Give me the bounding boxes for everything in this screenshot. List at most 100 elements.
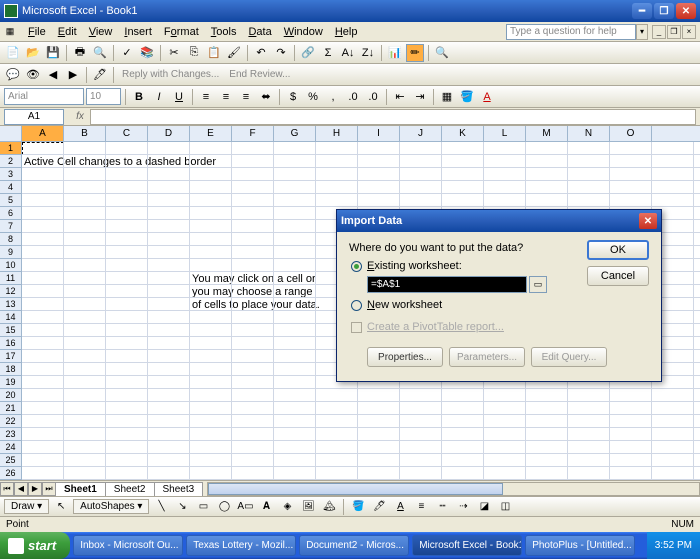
decrease-indent-icon[interactable]: ⇤ <box>391 88 409 106</box>
row-header-11[interactable]: 11 <box>0 272 21 285</box>
tab-first-icon[interactable]: ⏮ <box>0 482 14 496</box>
diagram-icon[interactable]: ◈ <box>278 498 296 516</box>
print-icon[interactable]: 🖶 <box>71 44 89 62</box>
dialog-close-button[interactable]: ✕ <box>639 213 657 229</box>
prev-comment-icon[interactable]: ◀ <box>44 66 62 84</box>
col-header-d[interactable]: D <box>148 126 190 141</box>
line-color-icon[interactable]: 🖊 <box>370 498 388 516</box>
row-header-10[interactable]: 10 <box>0 259 21 272</box>
align-right-icon[interactable]: ≡ <box>237 88 255 106</box>
col-header-c[interactable]: C <box>106 126 148 141</box>
arrow-style-icon[interactable]: ⇢ <box>454 498 472 516</box>
sort-asc-icon[interactable]: A↓ <box>339 44 357 62</box>
research-icon[interactable]: 📚 <box>138 44 156 62</box>
row-header-24[interactable]: 24 <box>0 441 21 454</box>
line-icon[interactable]: ╲ <box>152 498 170 516</box>
picture-icon[interactable]: 🏔 <box>320 498 338 516</box>
properties-button[interactable]: Properties... <box>367 347 443 367</box>
row-header-16[interactable]: 16 <box>0 337 21 350</box>
cut-icon[interactable]: ✂ <box>165 44 183 62</box>
row-header-9[interactable]: 9 <box>0 246 21 259</box>
select-objects-icon[interactable]: ↖ <box>52 498 70 516</box>
menu-insert[interactable]: Insert <box>118 24 158 40</box>
show-comment-icon[interactable]: 👁 <box>24 66 42 84</box>
sheet-tab-2[interactable]: Sheet2 <box>105 482 155 496</box>
chart-icon[interactable]: 📊 <box>386 44 404 62</box>
new-icon[interactable]: 📄 <box>4 44 22 62</box>
shadow-icon[interactable]: ◪ <box>475 498 493 516</box>
row-header-23[interactable]: 23 <box>0 428 21 441</box>
row-header-14[interactable]: 14 <box>0 311 21 324</box>
align-left-icon[interactable]: ≡ <box>197 88 215 106</box>
currency-icon[interactable]: $ <box>284 88 302 106</box>
cancel-button[interactable]: Cancel <box>587 266 649 286</box>
print-preview-icon[interactable]: 🔍 <box>91 44 109 62</box>
align-center-icon[interactable]: ≡ <box>217 88 235 106</box>
menu-tools[interactable]: Tools <box>205 24 243 40</box>
col-header-n[interactable]: N <box>568 126 610 141</box>
col-header-k[interactable]: K <box>442 126 484 141</box>
row-header-4[interactable]: 4 <box>0 181 21 194</box>
underline-icon[interactable]: U <box>170 88 188 106</box>
col-header-l[interactable]: L <box>484 126 526 141</box>
line-style-icon[interactable]: ≡ <box>412 498 430 516</box>
col-header-o[interactable]: O <box>610 126 652 141</box>
menu-window[interactable]: Window <box>278 24 329 40</box>
row-header-7[interactable]: 7 <box>0 220 21 233</box>
decrease-decimal-icon[interactable]: .0 <box>364 88 382 106</box>
arrow-icon[interactable]: ↘ <box>173 498 191 516</box>
row-header-2[interactable]: 2 <box>0 155 21 168</box>
minimize-button[interactable]: ━ <box>632 3 652 19</box>
doc-minimize-button[interactable]: _ <box>652 25 666 39</box>
col-header-g[interactable]: G <box>274 126 316 141</box>
sort-desc-icon[interactable]: Z↓ <box>359 44 377 62</box>
row-header-13[interactable]: 13 <box>0 298 21 311</box>
col-header-a[interactable]: A <box>22 126 64 141</box>
zoom-icon[interactable]: 🔍 <box>433 44 451 62</box>
doc-close-button[interactable]: × <box>682 25 696 39</box>
tab-last-icon[interactable]: ⏭ <box>42 482 56 496</box>
end-review-button[interactable]: End Review... <box>225 69 294 80</box>
drawing-icon[interactable]: ✏ <box>406 44 424 62</box>
task-photoplus[interactable]: PhotoPlus - [Untitled... <box>525 535 635 556</box>
system-tray[interactable]: 3:52 PM <box>647 532 700 559</box>
format-painter-icon[interactable]: 🖌 <box>225 44 243 62</box>
workbook-icon[interactable]: ▦ <box>4 26 16 38</box>
copy-icon[interactable]: ⎘ <box>185 44 203 62</box>
clipart-icon[interactable]: 🖼 <box>299 498 317 516</box>
task-word[interactable]: Document2 - Micros... <box>299 535 409 556</box>
cell-reference-input[interactable]: =$A$1 <box>367 276 527 293</box>
row-header-20[interactable]: 20 <box>0 389 21 402</box>
italic-icon[interactable]: I <box>150 88 168 106</box>
font-color-icon[interactable]: A <box>478 88 496 106</box>
row-header-3[interactable]: 3 <box>0 168 21 181</box>
menu-edit[interactable]: Edit <box>52 24 83 40</box>
dialog-titlebar[interactable]: Import Data ✕ <box>337 210 661 232</box>
undo-icon[interactable]: ↶ <box>252 44 270 62</box>
percent-icon[interactable]: % <box>304 88 322 106</box>
row-header-26[interactable]: 26 <box>0 467 21 480</box>
redo-icon[interactable]: ↷ <box>272 44 290 62</box>
menu-help[interactable]: Help <box>329 24 364 40</box>
task-excel[interactable]: Microsoft Excel - Book1 <box>412 535 522 556</box>
maximize-button[interactable]: ❐ <box>654 3 674 19</box>
sheet-tab-1[interactable]: Sheet1 <box>55 482 106 496</box>
task-inbox[interactable]: Inbox - Microsoft Ou... <box>73 535 183 556</box>
tab-next-icon[interactable]: ▶ <box>28 482 42 496</box>
close-button[interactable]: ✕ <box>676 3 696 19</box>
bold-icon[interactable]: B <box>130 88 148 106</box>
draw-menu[interactable]: Draw ▾ <box>4 499 49 514</box>
borders-icon[interactable]: ▦ <box>438 88 456 106</box>
row-header-17[interactable]: 17 <box>0 350 21 363</box>
ink-icon[interactable]: 🖊 <box>91 66 109 84</box>
next-comment-icon[interactable]: ▶ <box>64 66 82 84</box>
comment-icon[interactable]: 💬 <box>4 66 22 84</box>
autoshapes-menu[interactable]: AutoShapes ▾ <box>73 499 149 514</box>
ok-button[interactable]: OK <box>587 240 649 260</box>
save-icon[interactable]: 💾 <box>44 44 62 62</box>
col-header-b[interactable]: B <box>64 126 106 141</box>
3d-icon[interactable]: ◫ <box>496 498 514 516</box>
existing-worksheet-radio[interactable] <box>351 261 362 272</box>
task-firefox[interactable]: Texas Lottery - Mozil... <box>186 535 296 556</box>
open-icon[interactable]: 📂 <box>24 44 42 62</box>
